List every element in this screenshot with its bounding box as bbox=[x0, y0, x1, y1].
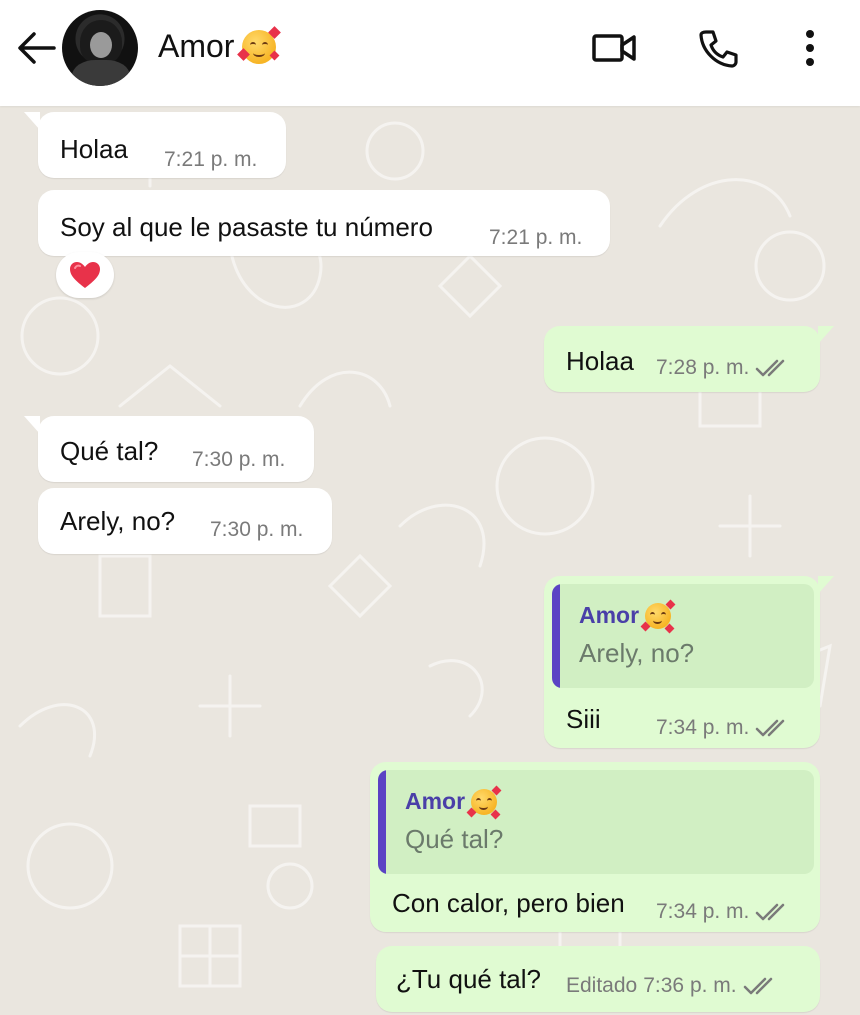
message-bubble-outgoing[interactable]: ¿Tu qué tal? Editado 7:36 p. m. bbox=[376, 946, 820, 1012]
arrow-left-icon bbox=[18, 32, 56, 64]
more-options-button[interactable] bbox=[786, 24, 834, 72]
back-button[interactable] bbox=[14, 28, 58, 68]
read-receipt-icon bbox=[756, 903, 785, 921]
message-text: Siii bbox=[566, 704, 601, 734]
smiling-face-with-hearts-icon bbox=[466, 785, 502, 819]
message-text: ¿Tu qué tal? bbox=[396, 964, 542, 994]
message-time: 7:28 p. m. bbox=[656, 356, 750, 379]
quoted-message[interactable]: Amor Arely, no? bbox=[552, 584, 814, 688]
message-bubble-outgoing[interactable]: Holaa 7:28 p. m. bbox=[544, 326, 834, 392]
phone-icon bbox=[699, 30, 738, 68]
quote-author: Amor bbox=[579, 599, 676, 633]
smiling-face-with-hearts-icon bbox=[640, 599, 676, 633]
more-vert-icon bbox=[806, 30, 814, 66]
quote-author: Amor bbox=[405, 785, 502, 819]
contact-name-label: Amor bbox=[158, 28, 235, 64]
message-time: 7:30 p. m. bbox=[192, 448, 286, 471]
smiling-face-with-hearts-icon bbox=[237, 25, 282, 64]
message-bubble-incoming[interactable]: Holaa 7:21 p. m. bbox=[24, 112, 286, 178]
message-bubble-outgoing[interactable]: Amor Qué tal? Con calor, pero bien 7:34 … bbox=[370, 762, 820, 932]
message-meta: 7:34 p. m. bbox=[656, 716, 791, 740]
quote-author-label: Amor bbox=[579, 602, 640, 628]
video-call-icon bbox=[592, 34, 636, 62]
message-text: Qué tal? bbox=[60, 436, 159, 466]
contact-name[interactable]: Amor bbox=[158, 25, 282, 65]
message-meta: 7:34 p. m. bbox=[656, 900, 791, 924]
quote-bar bbox=[552, 584, 560, 688]
message-text: Holaa bbox=[566, 346, 634, 376]
message-time: 7:34 p. m. bbox=[656, 900, 750, 923]
quote-author-label: Amor bbox=[405, 788, 466, 814]
quoted-message[interactable]: Amor Qué tal? bbox=[378, 770, 814, 874]
message-time: 7:34 p. m. bbox=[656, 716, 750, 739]
message-reaction[interactable] bbox=[56, 252, 114, 298]
quote-text: Arely, no? bbox=[579, 638, 695, 668]
message-bubble-incoming[interactable]: Qué tal? 7:30 p. m. bbox=[24, 416, 314, 482]
message-time: 7:21 p. m. bbox=[164, 148, 258, 171]
chat-area[interactable]: Holaa 7:21 p. m. Soy al que le pasaste t… bbox=[0, 106, 860, 1015]
voice-call-button[interactable] bbox=[692, 24, 744, 72]
message-bubble-incoming[interactable]: Soy al que le pasaste tu número 7:21 p. … bbox=[38, 190, 610, 256]
message-text: Arely, no? bbox=[60, 506, 176, 536]
message-bubble-outgoing[interactable]: Amor Arely, no? Siii 7:34 p. m. bbox=[544, 576, 834, 748]
message-text: Con calor, pero bien bbox=[392, 888, 625, 918]
video-call-button[interactable] bbox=[588, 24, 640, 72]
read-receipt-icon bbox=[756, 719, 785, 737]
avatar[interactable] bbox=[62, 10, 138, 86]
message-text: Holaa bbox=[60, 134, 128, 164]
edited-label: Editado bbox=[566, 974, 638, 997]
read-receipt-icon bbox=[756, 359, 785, 377]
message-text: Soy al que le pasaste tu número bbox=[60, 212, 433, 242]
message-meta: Editado 7:36 p. m. bbox=[566, 974, 779, 998]
quote-text: Qué tal? bbox=[405, 824, 504, 854]
message-time: 7:30 p. m. bbox=[210, 518, 304, 541]
quote-bar bbox=[378, 770, 386, 874]
read-receipt-icon bbox=[743, 977, 772, 995]
message-time: 7:21 p. m. bbox=[489, 226, 583, 249]
message-meta: 7:28 p. m. bbox=[656, 356, 791, 380]
message-bubble-incoming[interactable]: Arely, no? 7:30 p. m. bbox=[38, 488, 332, 554]
message-time: 7:36 p. m. bbox=[643, 974, 737, 997]
chat-header: Amor bbox=[0, 0, 860, 106]
heart-icon bbox=[70, 262, 100, 288]
